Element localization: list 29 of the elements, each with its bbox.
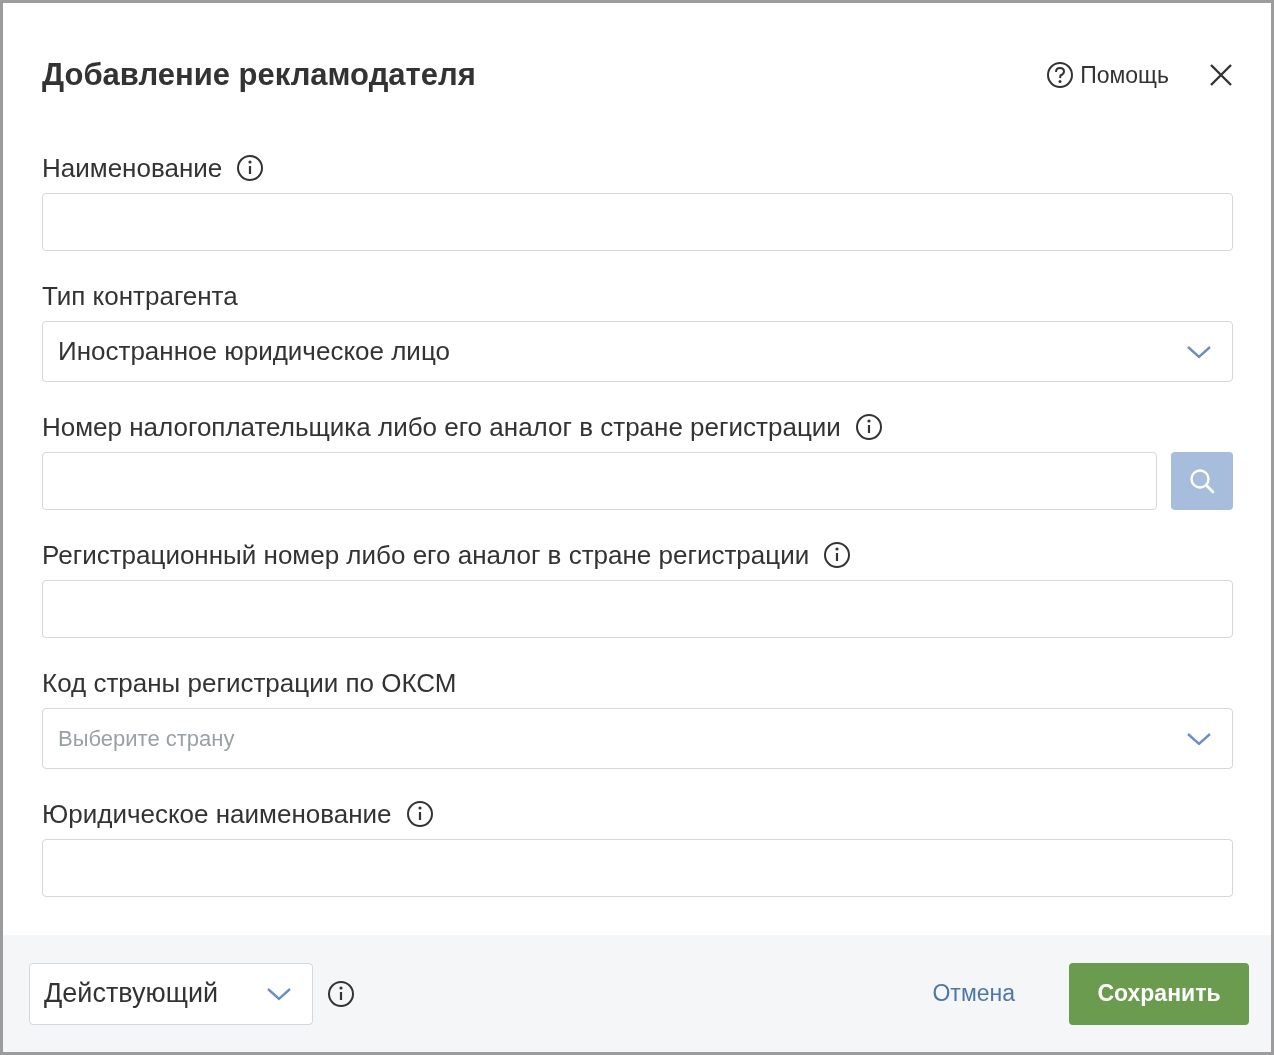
input-field[interactable] xyxy=(42,193,1233,251)
info-icon[interactable] xyxy=(236,154,265,182)
chevron-down-icon xyxy=(1186,343,1212,360)
dropdown-placeholder: Выберите страну xyxy=(58,725,236,752)
info-icon[interactable] xyxy=(823,541,852,569)
input-field[interactable] xyxy=(42,580,1233,638)
chevron-down-icon xyxy=(1186,730,1212,747)
info-icon[interactable] xyxy=(327,979,355,1008)
help-link[interactable]: Помощь xyxy=(1046,61,1169,89)
close-icon xyxy=(1209,63,1233,87)
close-button[interactable] xyxy=(1209,63,1233,87)
field-label: Юридическое наименование xyxy=(42,798,392,830)
cancel-button[interactable]: Отмена xyxy=(932,980,1055,1007)
field-label: Наименование xyxy=(42,152,223,184)
help-icon xyxy=(1046,61,1075,89)
dropdown[interactable]: Иностранное юридическое лицо xyxy=(42,321,1233,382)
input-field[interactable] xyxy=(42,839,1233,897)
search-icon xyxy=(1188,467,1216,495)
field-label: Регистрационный номер либо его аналог в стране регистрации xyxy=(42,539,810,571)
info-icon[interactable] xyxy=(854,413,883,441)
field-label: Номер налогоплательщика либо его аналог в стране регистрации xyxy=(42,411,841,443)
field-label: Тип контрагента xyxy=(42,280,238,312)
dropdown-value: Иностранное юридическое лицо xyxy=(58,336,451,367)
status-dropdown[interactable]: Действующий xyxy=(29,962,313,1025)
field-label: Код страны регистрации по ОКСМ xyxy=(42,667,457,699)
input-field[interactable] xyxy=(42,452,1157,510)
info-icon[interactable] xyxy=(405,800,434,828)
dialog-title: Добавление рекламодателя xyxy=(42,57,477,93)
chevron-down-icon xyxy=(266,985,292,1002)
